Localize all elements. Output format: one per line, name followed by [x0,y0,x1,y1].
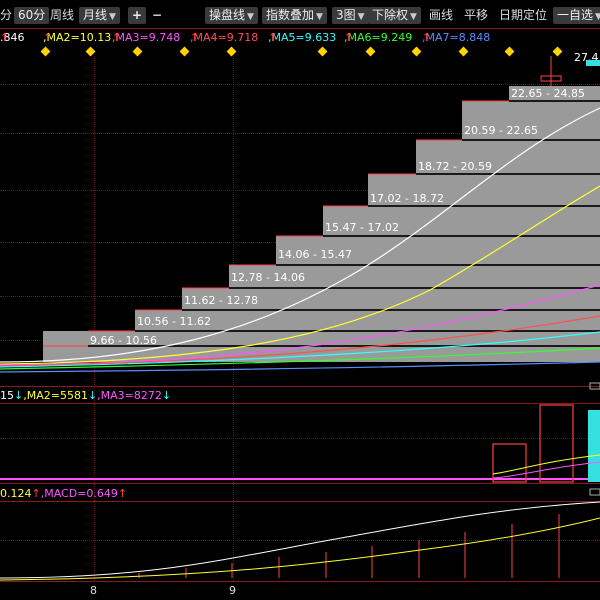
price-band-label: 20.59 - 22.65 [464,124,538,137]
price-chart [0,56,600,581]
last-price-marker [586,60,600,66]
trend-down-arrow-icon: ↓ [87,389,98,402]
dea-value: 0.124 [0,487,32,500]
panel-close-box[interactable] [589,488,600,496]
volume-bar [539,404,574,483]
price-band-label: 15.47 - 17.02 [325,221,399,234]
stock-chart-window: 分 60分 周线 月线 ▼ + − 操盘线 ▼ 指数叠加 ▼ 3图 ▼ 下除权 ▼ 画线 … [0,0,600,600]
x-axis-tick: 8 [90,584,97,597]
macd-value: ,MACD=0.649 [40,487,118,500]
x-axis-tick: 9 [229,584,236,597]
current-candle [540,56,562,86]
price-band-label: 14.06 - 15.47 [278,248,352,261]
macd-histogram [138,514,560,578]
trend-down-arrow-icon: ↓ [161,389,172,402]
panel-close-box[interactable] [589,382,600,390]
price-band-label: 9.66 - 10.56 [90,334,157,347]
dea-line [0,517,600,581]
volume-bar [588,410,600,482]
volume-ma2-value: ,MA2=5581 [23,389,88,402]
trend-up-arrow-icon: ↑ [117,487,128,500]
volume-panel [0,404,600,483]
trend-down-arrow-icon: ↓ [14,389,24,402]
price-band-label: 10.56 - 11.62 [137,315,211,328]
volume-indicator-label: 15↓,MA2=5581↓,MA3=8272↓ [0,389,171,402]
macd-panel [0,501,600,581]
price-band-label: 22.65 - 24.85 [511,87,585,100]
price-band-label: 17.02 - 18.72 [370,192,444,205]
volume-value: 15 [0,389,14,402]
price-band-label: 11.62 - 12.78 [184,294,258,307]
trend-up-arrow-icon: ↑ [31,487,41,500]
price-band-label: 12.78 - 14.06 [231,271,305,284]
macd-indicator-label: 0.124↑,MACD=0.649↑ [0,487,127,500]
price-band-label: 18.72 - 20.59 [418,160,492,173]
price-band-box [88,331,600,346]
volume-ma3-value: ,MA3=8272 [97,389,162,402]
dif-line [0,501,600,579]
